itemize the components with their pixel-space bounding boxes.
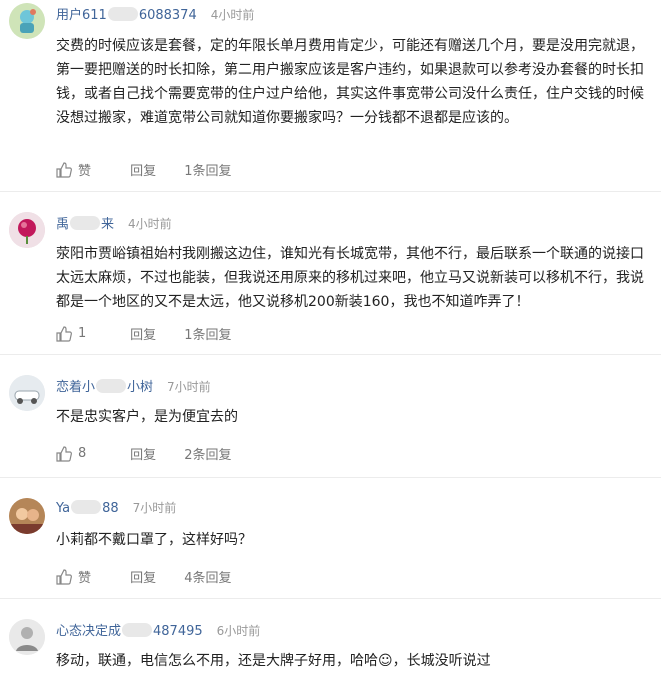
comment-item: Ya 88 7小时前 小莉都不戴口罩了，这样好吗？ 赞 回复 4条回复	[0, 478, 661, 599]
comment-actions: 8 回复 2条回复	[56, 444, 232, 463]
avatar[interactable]	[9, 3, 45, 39]
timestamp: 6小时前	[216, 624, 261, 638]
like-button[interactable]: 8	[56, 445, 126, 462]
avatar[interactable]	[9, 212, 45, 248]
comment-text: 荥阳市贾峪镇祖始村我刚搬这边住，谁知光有长城宽带，其他不行，最后联系一个联通的说…	[56, 246, 644, 310]
timestamp: 7小时前	[132, 501, 177, 515]
comment-meta: 禹来 4小时前	[56, 213, 172, 232]
comment-actions: 赞 回复 4条回复	[56, 567, 232, 586]
comment-meta: 恋着小 小树 7小时前	[56, 376, 211, 395]
thumbs-up-icon	[56, 568, 72, 585]
thumbs-up-icon	[56, 161, 72, 178]
view-replies-link[interactable]: 1条回复	[184, 160, 231, 179]
avatar[interactable]	[9, 498, 45, 534]
comment-actions: 1 回复 1条回复	[56, 324, 232, 343]
like-button[interactable]: 赞	[56, 160, 126, 179]
thumbs-up-icon	[56, 445, 72, 462]
comment-item: 恋着小 小树 7小时前 不是忠实客户，是为便宜去的 8 回复 2条回复	[0, 355, 661, 478]
reply-button[interactable]: 回复	[130, 160, 180, 179]
reply-button[interactable]: 回复	[130, 567, 180, 586]
comment-text: 交费的时候应该是套餐，定的年限长单月费用肯定少，可能还有赠送几个月，要是没用完就…	[56, 38, 644, 126]
reply-button[interactable]: 回复	[130, 444, 180, 463]
username[interactable]: Ya 88	[56, 500, 119, 516]
comment-text: 不是忠实客户，是为便宜去的	[56, 409, 238, 425]
comment-meta: 用户611 6088374 4小时前	[56, 4, 254, 23]
username[interactable]: 用户611 6088374	[56, 7, 197, 23]
username[interactable]: 心态决定成 487495	[56, 623, 203, 639]
comment-meta: Ya 88 7小时前	[56, 499, 176, 516]
timestamp: 4小时前	[128, 217, 172, 231]
comment-item: 用户611 6088374 4小时前 交费的时候应该是套餐，定的年限长单月费用肯定少…	[0, 0, 661, 192]
comment-text: 小莉都不戴口罩了，这样好吗？	[56, 532, 252, 548]
username[interactable]: 禹来	[56, 216, 114, 232]
username[interactable]: 恋着小 小树	[56, 379, 153, 395]
view-replies-link[interactable]: 2条回复	[184, 444, 231, 463]
timestamp: 4小时前	[210, 8, 255, 22]
like-button[interactable]: 赞	[56, 567, 126, 586]
avatar[interactable]	[9, 375, 45, 411]
avatar[interactable]	[9, 619, 45, 655]
timestamp: 7小时前	[167, 380, 211, 394]
thumbs-up-icon	[56, 325, 72, 342]
comment-item: 禹来 4小时前 荥阳市贾峪镇祖始村我刚搬这边住，谁知光有长城宽带，其他不行，最后联…	[0, 192, 661, 355]
comment-meta: 心态决定成 487495 6小时前	[56, 620, 260, 639]
comment-actions: 赞 回复 1条回复	[56, 160, 232, 179]
like-button[interactable]: 1	[56, 325, 126, 342]
comment-text: 移动，联通，电信怎么不用，还是大牌子好用，哈哈☺，长城没听说过	[56, 653, 491, 669]
view-replies-link[interactable]: 4条回复	[184, 567, 231, 586]
view-replies-link[interactable]: 1条回复	[184, 324, 231, 343]
comment-item: 心态决定成 487495 6小时前 移动，联通，电信怎么不用，还是大牌子好用，哈哈☺…	[0, 599, 661, 686]
reply-button[interactable]: 回复	[130, 324, 180, 343]
